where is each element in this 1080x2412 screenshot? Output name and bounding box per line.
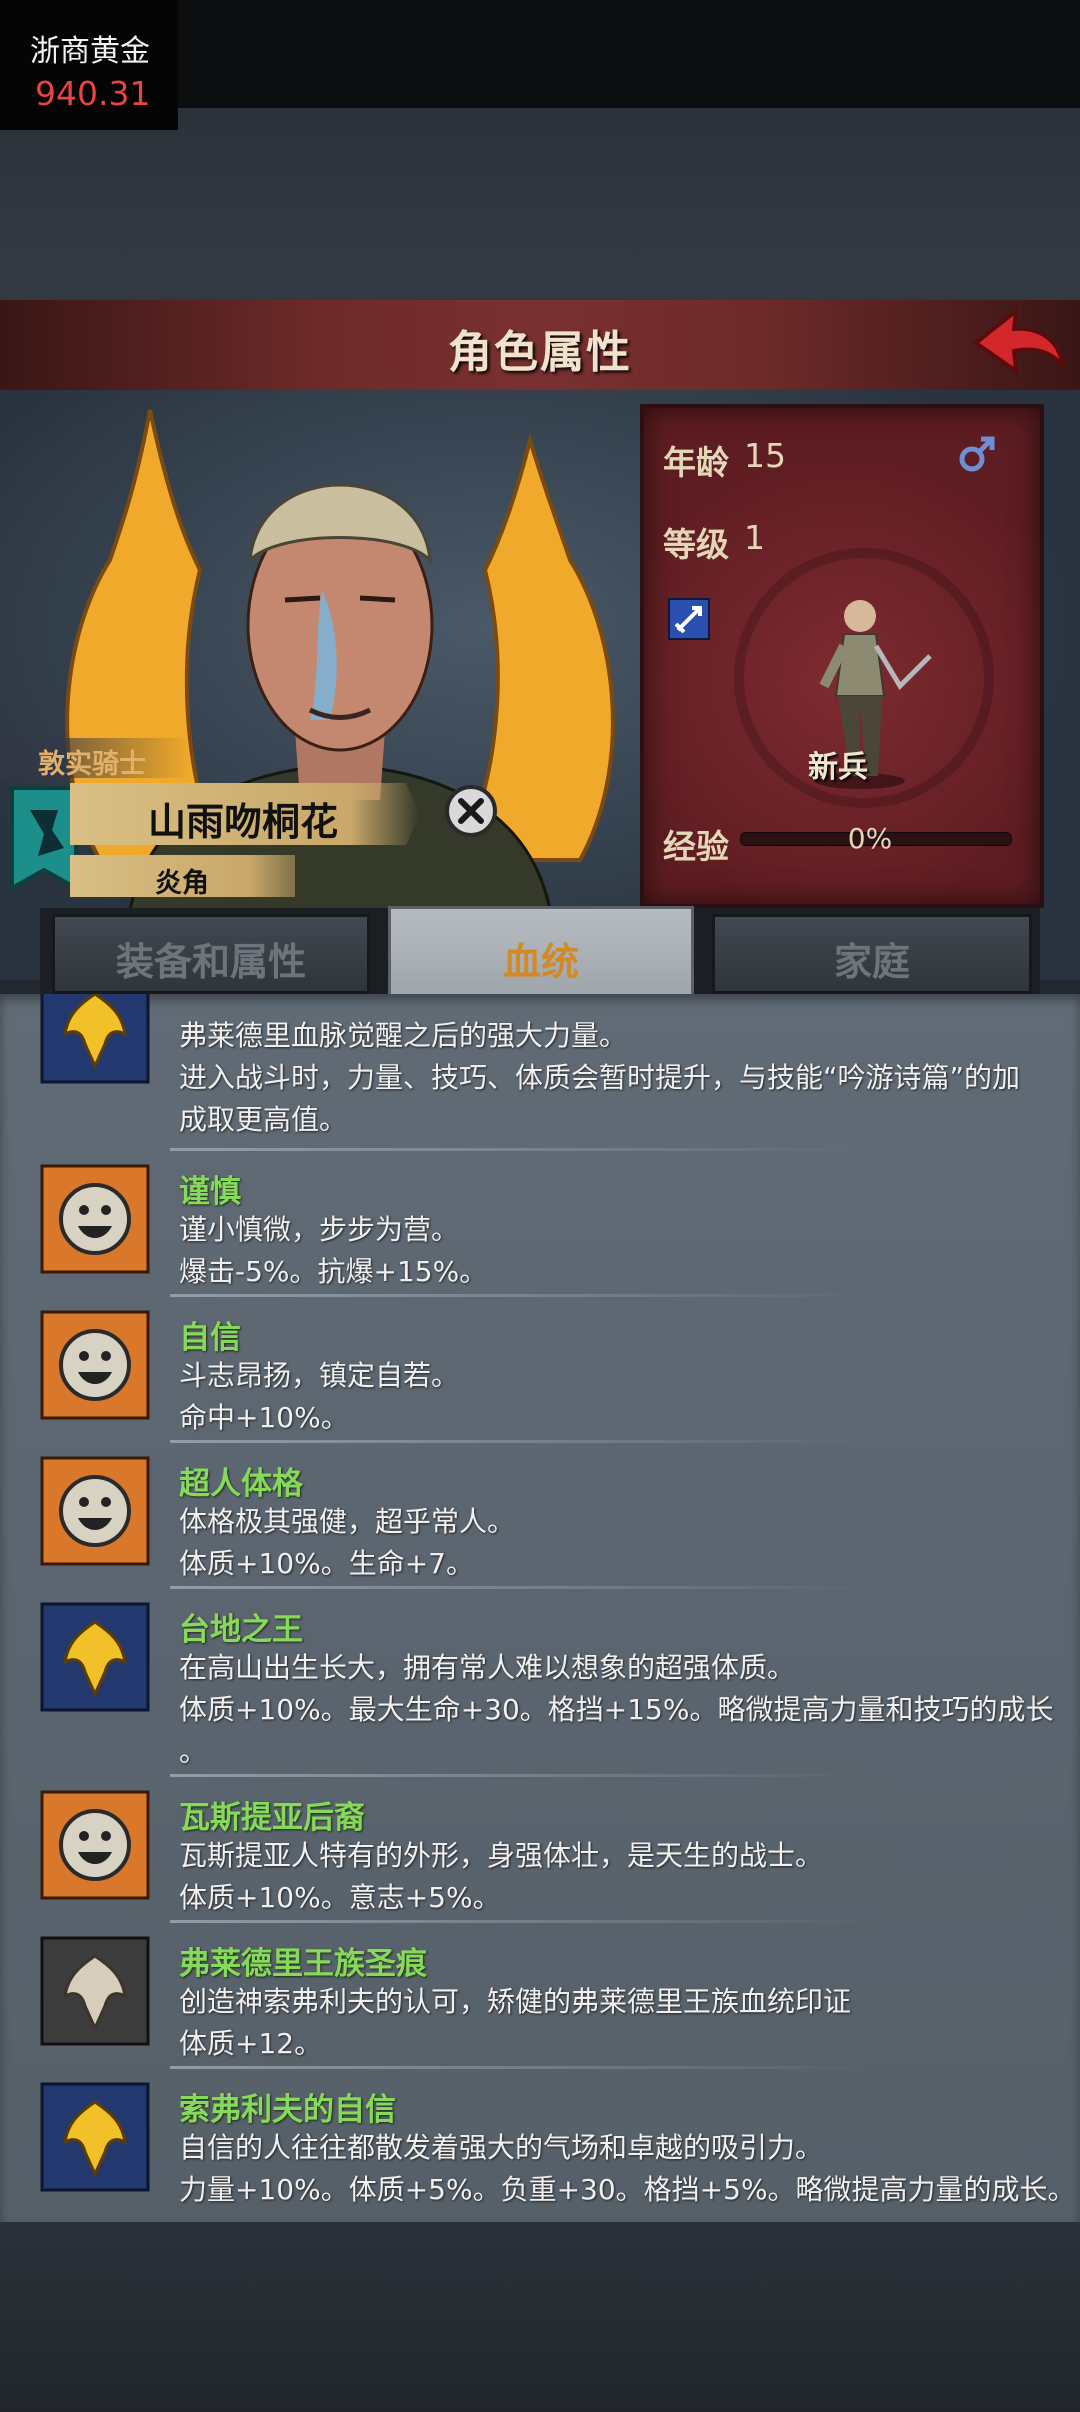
divider	[170, 1920, 870, 1923]
smiley-face-icon	[40, 1456, 150, 1566]
exp-label: 经验	[663, 827, 729, 866]
bottom-background	[0, 2222, 1080, 2412]
smiley-face-icon	[40, 1164, 150, 1274]
sword-class-icon	[668, 598, 710, 640]
tab-family[interactable]: 家庭	[712, 914, 1032, 994]
character-name: 山雨吻桐花	[148, 800, 339, 844]
blue-gold-crest-icon	[40, 2082, 150, 2192]
level-label: 等级	[663, 525, 729, 564]
back-arrow-icon[interactable]	[970, 305, 1066, 385]
age-label: 年龄	[663, 443, 729, 482]
divider	[170, 1148, 870, 1151]
smiley-face-icon	[40, 1310, 150, 1420]
tab-equipment[interactable]: 装备和属性	[52, 914, 370, 994]
close-icon[interactable]	[444, 784, 498, 838]
ticker-price: 940.31	[35, 74, 151, 113]
blue-gold-crest-icon	[40, 1602, 150, 1712]
divider	[170, 2066, 870, 2069]
blue-gold-crest-icon	[40, 994, 150, 1084]
exp-value: 0%	[847, 822, 893, 855]
character-title-label: 敦实骑士	[0, 738, 190, 780]
character-title: 敦实骑士	[38, 749, 146, 780]
divider	[170, 1440, 870, 1443]
silver-crest-icon	[40, 1936, 150, 2046]
stock-ticker-overlay: 浙商黄金 940.31	[0, 0, 178, 130]
ticker-name: 浙商黄金	[30, 34, 150, 69]
page-title: 角色属性	[448, 327, 632, 378]
character-subtitle-plate: 炎角	[70, 855, 295, 899]
character-name-plate: 山雨吻桐花	[70, 783, 420, 845]
character-subtitle: 炎角	[155, 868, 209, 899]
rank-label: 新兵	[808, 750, 868, 785]
male-gender-icon	[959, 436, 995, 472]
divider	[170, 1294, 870, 1297]
title-bar: 角色属性	[0, 300, 1080, 394]
age-value: 15	[744, 436, 786, 475]
smiley-face-icon	[40, 1790, 150, 1900]
divider	[170, 1774, 870, 1777]
divider	[170, 1586, 870, 1589]
trait-list[interactable]: 弗莱德里血脉觉醒之后的强大力量。 进入战斗时，力量、技巧、体质会暂时提升，与技能…	[0, 994, 1080, 2222]
level-value: 1	[744, 518, 765, 557]
tab-bloodline[interactable]: 血统	[388, 906, 694, 1002]
